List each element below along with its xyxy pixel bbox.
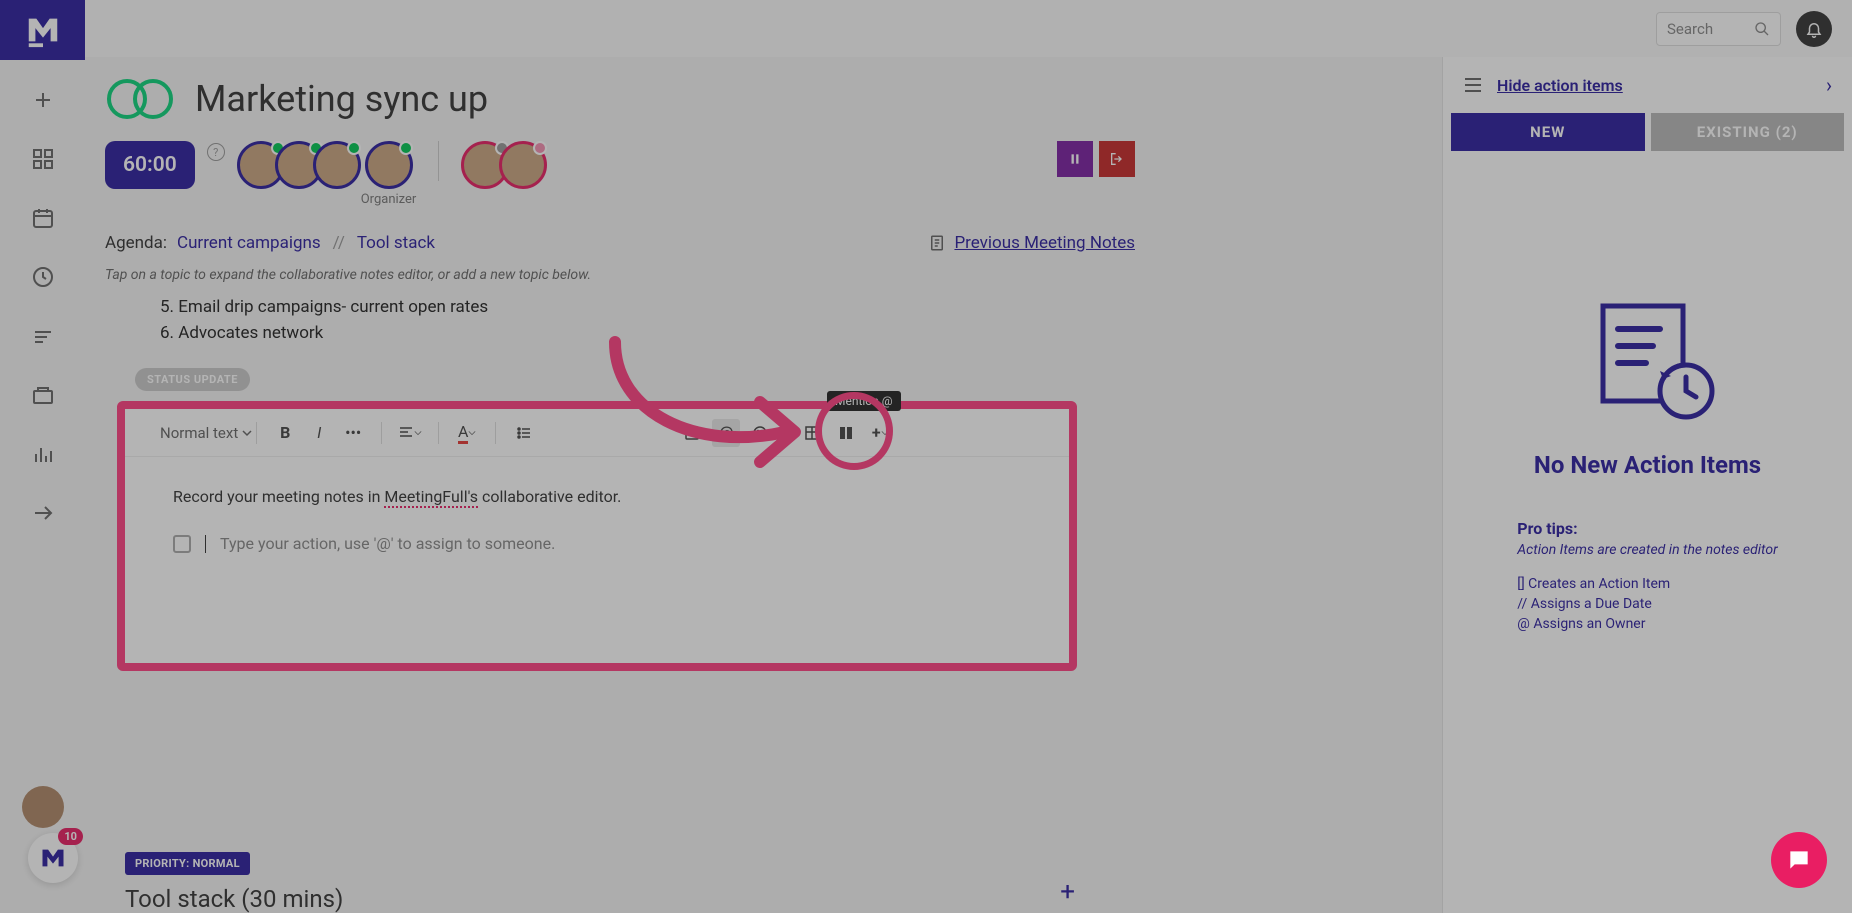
tip-item: // Assigns a Due Date (1517, 596, 1777, 612)
search-input[interactable]: Search (1656, 12, 1781, 46)
bold-button[interactable]: B (271, 419, 299, 447)
pause-button[interactable] (1057, 141, 1093, 177)
notes-icon[interactable] (31, 324, 55, 348)
tab-existing[interactable]: EXISTING (2) (1651, 113, 1845, 151)
chevron-right-icon[interactable]: › (1826, 73, 1832, 97)
attendee-avatar[interactable] (313, 141, 361, 189)
align-button[interactable] (396, 419, 424, 447)
tip-item: @ Assigns an Owner (1517, 616, 1777, 632)
arrow-right-icon[interactable] (31, 501, 55, 525)
archive-icon[interactable] (31, 383, 55, 407)
hint-text: Tap on a topic to expand the collaborati… (105, 261, 1135, 289)
action-placeholder: Type your action, use '@' to assign to s… (220, 534, 555, 553)
topic-item: 5. Email drip campaigns- current open ra… (160, 294, 1135, 320)
hide-action-items-link[interactable]: Hide action items (1497, 76, 1623, 95)
clock-icon[interactable] (31, 265, 55, 289)
tip-item: [] Creates an Action Item (1517, 576, 1777, 592)
organizer-avatar[interactable] (365, 141, 413, 189)
pro-tips-title: Pro tips: (1517, 519, 1777, 538)
empty-state-title: No New Action Items (1534, 451, 1761, 479)
editor-content[interactable]: Record your meeting notes in MeetingFull… (125, 457, 1069, 583)
meeting-timer[interactable]: 60:00 (105, 141, 195, 189)
attendee-avatar[interactable] (499, 141, 547, 189)
previous-notes-link[interactable]: Previous Meeting Notes (928, 233, 1135, 253)
tab-new[interactable]: NEW (1451, 113, 1645, 151)
topic-item: 6. Advocates network (160, 320, 1135, 346)
mention-tooltip: Mention @ (827, 391, 901, 411)
agenda-item[interactable]: Tool stack (357, 233, 435, 253)
chat-icon (1786, 847, 1812, 873)
action-items-panel: Hide action items › NEW EXISTING (2) No … (1442, 57, 1852, 913)
left-sidebar: 10 (0, 0, 85, 913)
mention-button[interactable]: @ (712, 419, 740, 447)
user-avatar[interactable] (22, 786, 64, 828)
grid-icon[interactable] (31, 147, 55, 171)
chart-icon[interactable] (31, 442, 55, 466)
notifications-button[interactable] (1796, 11, 1832, 47)
help-icon[interactable]: ? (207, 143, 225, 161)
app-logo[interactable] (0, 0, 85, 60)
columns-button[interactable] (832, 419, 860, 447)
pro-tips-subtitle: Action Items are created in the notes ed… (1517, 542, 1777, 558)
badge-count: 10 (58, 828, 83, 845)
exit-icon (1109, 151, 1125, 167)
text-color-button[interactable]: A (453, 419, 481, 447)
action-checkbox[interactable] (173, 535, 191, 553)
pause-icon (1068, 152, 1082, 166)
menu-icon[interactable] (1463, 77, 1483, 93)
add-icon[interactable] (31, 88, 55, 112)
text-style-select[interactable]: Normal text (160, 424, 252, 442)
insert-button[interactable]: + (866, 419, 894, 447)
priority-badge: PRIORITY: NORMAL (125, 852, 250, 875)
add-topic-button[interactable]: + (1060, 877, 1075, 907)
table-button[interactable] (798, 419, 826, 447)
calendar-icon[interactable] (31, 206, 55, 230)
emoji-button[interactable] (746, 419, 774, 447)
chat-button[interactable] (1771, 832, 1827, 888)
empty-state-icon (1578, 291, 1718, 431)
notes-editor: Normal text B I ••• A @ (117, 401, 1077, 671)
notes-icon (928, 233, 946, 253)
top-bar: Search (85, 0, 1852, 57)
search-icon (1754, 21, 1770, 37)
italic-button[interactable]: I (305, 419, 333, 447)
search-placeholder: Search (1667, 20, 1754, 38)
agenda-item[interactable]: Current campaigns (177, 233, 321, 253)
section-title: Tool stack (30 mins) (125, 885, 1085, 913)
agenda-label: Agenda: (105, 233, 167, 253)
page-title: Marketing sync up (195, 78, 488, 120)
recurring-icon (105, 75, 175, 123)
help-badge[interactable]: 10 (28, 833, 78, 883)
exit-button[interactable] (1099, 141, 1135, 177)
status-tag: STATUS UPDATE (135, 368, 250, 391)
action-item-button[interactable] (678, 419, 706, 447)
editor-toolbar: Normal text B I ••• A @ (125, 409, 1069, 457)
tool-stack-section[interactable]: PRIORITY: NORMAL Tool stack (30 mins) + (125, 852, 1085, 913)
bell-icon (1805, 20, 1823, 38)
organizer-label: Organizer (361, 192, 417, 207)
more-button[interactable]: ••• (339, 419, 367, 447)
bullet-list-button[interactable] (510, 419, 538, 447)
main-content: Marketing sync up 60:00 ? Organizer Agen… (105, 57, 1135, 913)
